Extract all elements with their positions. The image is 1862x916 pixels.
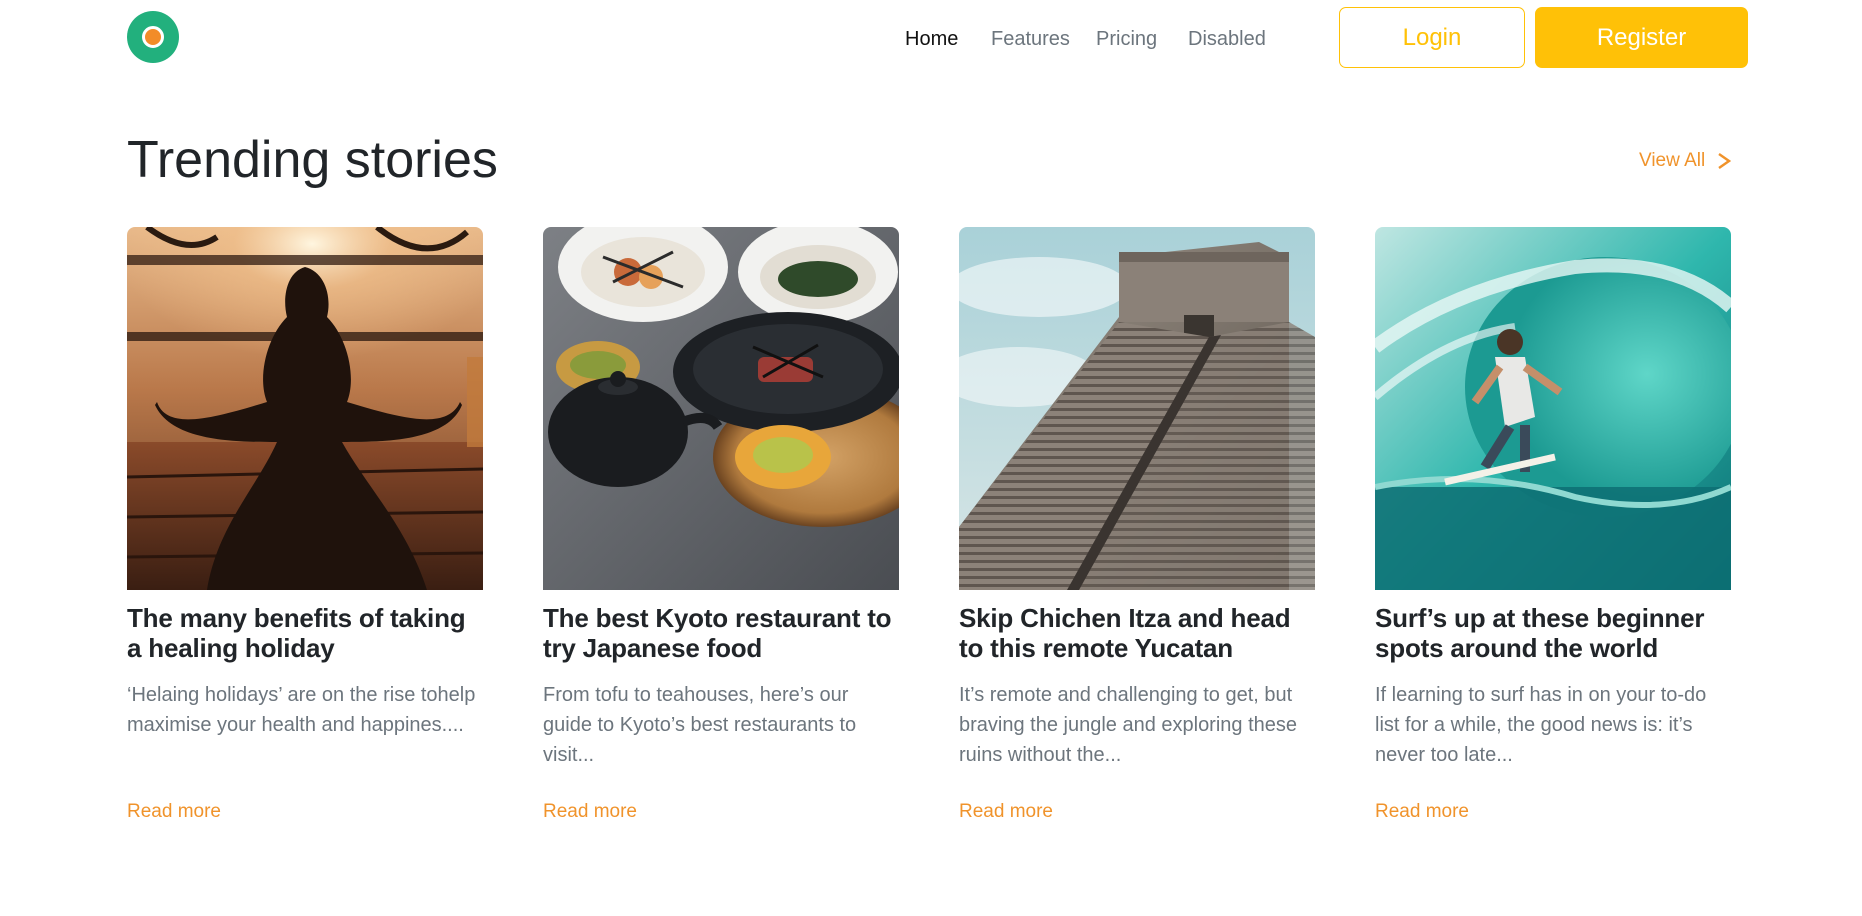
view-all-label: View All xyxy=(1639,150,1706,171)
login-button[interactable]: Login xyxy=(1339,7,1525,68)
site-header: Home Features Pricing Disabled Login Reg… xyxy=(0,0,1862,80)
card-excerpt: If learning to surf has in on your to-do… xyxy=(1375,684,1707,766)
pyramid-image[interactable] xyxy=(959,227,1315,590)
logo[interactable] xyxy=(127,11,179,63)
view-all-link[interactable]: View All xyxy=(1639,148,1732,174)
story-card: Skip Chichen Itza and head to this remot… xyxy=(959,227,1315,824)
nav-home[interactable]: Home xyxy=(905,26,958,52)
card-title[interactable]: Skip Chichen Itza and head to this remot… xyxy=(959,603,1315,663)
card-title[interactable]: The many benefits of taking a healing ho… xyxy=(127,603,483,663)
read-more-link[interactable]: Read more xyxy=(543,800,899,824)
story-card: The many benefits of taking a healing ho… xyxy=(127,227,483,824)
nav-disabled: Disabled xyxy=(1188,28,1266,50)
register-button[interactable]: Register xyxy=(1535,7,1748,68)
surfer-image[interactable] xyxy=(1375,227,1731,590)
meditation-image[interactable] xyxy=(127,227,483,590)
card-title[interactable]: Surf’s up at these beginner spots around… xyxy=(1375,603,1731,663)
story-card: The best Kyoto restaurant to try Japanes… xyxy=(543,227,899,824)
logo-dot-icon xyxy=(142,26,164,48)
read-more-link[interactable]: Read more xyxy=(1375,800,1731,824)
card-title[interactable]: The best Kyoto restaurant to try Japanes… xyxy=(543,603,899,663)
chevron-right-icon xyxy=(1718,153,1732,169)
story-card: Surf’s up at these beginner spots around… xyxy=(1375,227,1731,824)
read-more-link[interactable]: Read more xyxy=(959,800,1315,824)
nav-features[interactable]: Features xyxy=(991,26,1070,52)
japanese-food-image[interactable] xyxy=(543,227,899,590)
read-more-link[interactable]: Read more xyxy=(127,800,483,824)
nav-pricing[interactable]: Pricing xyxy=(1096,26,1157,52)
section-title: Trending stories xyxy=(127,131,498,189)
card-excerpt: ‘Helaing holidays’ are on the rise tohel… xyxy=(127,684,476,736)
card-excerpt: From tofu to teahouses, here’s our guide… xyxy=(543,684,857,766)
card-excerpt: It’s remote and challenging to get, but … xyxy=(959,684,1298,766)
